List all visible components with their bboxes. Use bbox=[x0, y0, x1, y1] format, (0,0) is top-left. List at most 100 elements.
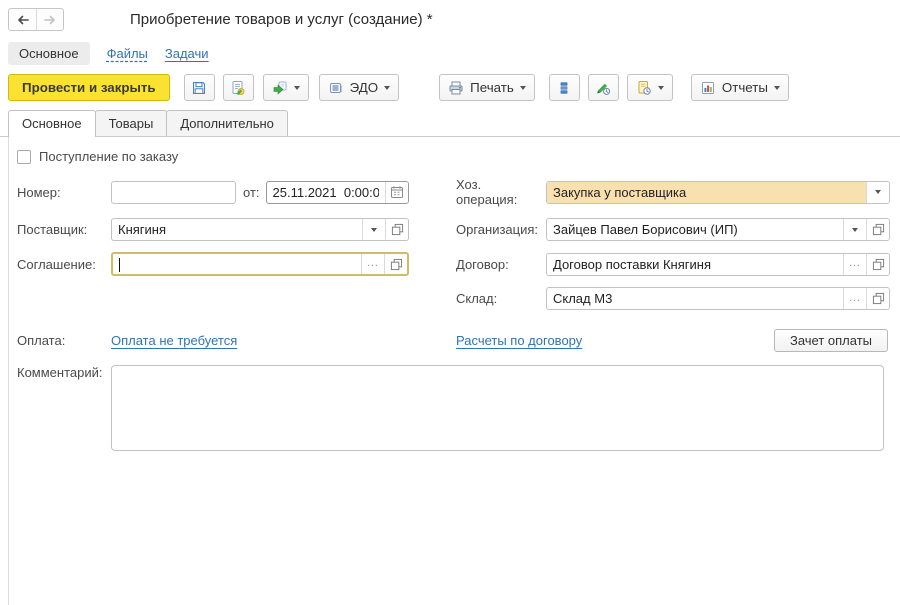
payment-not-required-link[interactable]: Оплата не требуется bbox=[111, 333, 237, 348]
create-based-on-icon bbox=[272, 80, 288, 96]
reports-button-label: Отчеты bbox=[722, 80, 768, 95]
operation-select-input[interactable] bbox=[547, 182, 866, 203]
contract-label: Договор: bbox=[456, 257, 546, 272]
post-document-icon bbox=[230, 80, 246, 96]
post-and-close-button[interactable]: Провести и закрыть bbox=[8, 74, 170, 101]
agreement-field-group: … bbox=[111, 252, 409, 276]
back-button[interactable] bbox=[9, 9, 36, 30]
payment-offset-button[interactable]: Зачет оплаты bbox=[774, 329, 888, 352]
form-row: Соглашение: … Договор: … bbox=[17, 252, 900, 276]
tab-page-main: Поступление по заказу Номер: от: Хоз. оп… bbox=[8, 137, 900, 605]
nav-item-main[interactable]: Основное bbox=[8, 42, 90, 65]
tab-goods[interactable]: Товары bbox=[95, 110, 168, 136]
form-row: Поставщик: Организация: bbox=[17, 218, 900, 241]
agreement-choose-button[interactable]: … bbox=[361, 254, 384, 274]
printer-icon bbox=[448, 80, 464, 96]
contract-choose-button[interactable]: … bbox=[843, 254, 866, 275]
contract-settlements-link[interactable]: Расчеты по договору bbox=[456, 333, 582, 348]
edit-schedule-button[interactable] bbox=[588, 74, 619, 101]
agreement-input[interactable] bbox=[120, 254, 361, 274]
document-tabs: Основное Товары Дополнительно bbox=[0, 110, 900, 137]
receipt-by-order-checkbox[interactable]: Поступление по заказу bbox=[17, 149, 900, 164]
supplier-input[interactable] bbox=[112, 219, 362, 240]
open-in-window-icon bbox=[390, 258, 403, 271]
open-in-window-icon bbox=[872, 258, 885, 271]
number-input[interactable] bbox=[112, 182, 235, 203]
edo-icon bbox=[328, 80, 344, 96]
comment-textarea[interactable] bbox=[111, 365, 884, 451]
agreement-open-button[interactable] bbox=[384, 254, 407, 274]
back-arrow-icon bbox=[15, 12, 31, 28]
dropdown-caret-icon bbox=[294, 86, 300, 90]
nav-item-tasks[interactable]: Задачи bbox=[165, 46, 209, 61]
edo-button-label: ЭДО bbox=[350, 80, 379, 95]
date-label: от: bbox=[243, 185, 260, 200]
dropdown-caret-icon bbox=[852, 228, 858, 232]
warehouse-choose-button[interactable]: … bbox=[843, 288, 866, 309]
save-icon bbox=[191, 80, 207, 96]
print-button[interactable]: Печать bbox=[439, 74, 535, 101]
reports-button[interactable]: Отчеты bbox=[691, 74, 789, 101]
supplier-field-group bbox=[111, 218, 409, 241]
warehouse-field-group: … bbox=[546, 287, 890, 310]
document-register-button[interactable] bbox=[549, 74, 580, 101]
dropdown-caret-icon bbox=[371, 228, 377, 232]
post-document-button[interactable] bbox=[223, 74, 254, 101]
create-based-on-button[interactable] bbox=[263, 74, 309, 101]
dropdown-caret-icon bbox=[875, 190, 881, 194]
organization-input[interactable] bbox=[547, 219, 843, 240]
tab-additional[interactable]: Дополнительно bbox=[166, 110, 288, 136]
organization-field-group bbox=[546, 218, 890, 241]
calendar-picker-button[interactable] bbox=[385, 182, 408, 203]
page-title: Приобретение товаров и услуг (создание) … bbox=[130, 11, 433, 28]
open-in-window-icon bbox=[872, 292, 885, 305]
edo-button[interactable]: ЭДО bbox=[319, 74, 400, 101]
reports-chart-icon bbox=[700, 80, 716, 96]
date-field-group bbox=[266, 181, 409, 204]
number-field-group bbox=[111, 181, 236, 204]
forward-arrow-icon bbox=[42, 12, 58, 28]
checkbox-box[interactable] bbox=[17, 150, 31, 164]
warehouse-input[interactable] bbox=[547, 288, 843, 309]
print-button-label: Печать bbox=[470, 80, 514, 95]
organization-dropdown-button[interactable] bbox=[843, 219, 866, 240]
contract-field-group: … bbox=[546, 253, 890, 276]
contract-open-button[interactable] bbox=[866, 254, 889, 275]
register-stack-icon bbox=[556, 80, 572, 96]
comment-row: Комментарий: bbox=[17, 365, 900, 451]
payment-label: Оплата: bbox=[17, 333, 111, 348]
pen-clock-icon bbox=[595, 80, 611, 96]
warehouse-open-button[interactable] bbox=[866, 288, 889, 309]
checkbox-label: Поступление по заказу bbox=[39, 149, 178, 164]
calendar-icon bbox=[390, 185, 404, 199]
window-header: Приобретение товаров и услуг (создание) … bbox=[0, 0, 900, 31]
supplier-open-button[interactable] bbox=[385, 219, 408, 240]
form-row: Склад: … bbox=[17, 287, 900, 310]
dropdown-caret-icon bbox=[774, 86, 780, 90]
document-clock-icon bbox=[636, 80, 652, 96]
section-nav: Основное Файлы Задачи bbox=[0, 31, 900, 65]
tab-main[interactable]: Основное bbox=[8, 110, 96, 137]
open-in-window-icon bbox=[391, 223, 404, 236]
nav-item-files[interactable]: Файлы bbox=[107, 46, 148, 61]
dropdown-caret-icon bbox=[658, 86, 664, 90]
dropdown-caret-icon bbox=[520, 86, 526, 90]
agreement-label: Соглашение: bbox=[17, 257, 111, 272]
command-bar: Провести и закрыть ЭДО Печать bbox=[0, 65, 900, 101]
date-input[interactable] bbox=[267, 182, 385, 203]
save-button[interactable] bbox=[184, 74, 215, 101]
number-label: Номер: bbox=[17, 185, 111, 200]
warehouse-label: Склад: bbox=[456, 291, 546, 306]
supplier-dropdown-button[interactable] bbox=[362, 219, 385, 240]
organization-open-button[interactable] bbox=[866, 219, 889, 240]
deferred-document-button[interactable] bbox=[627, 74, 673, 101]
payment-row: Оплата: Оплата не требуется Расчеты по д… bbox=[17, 329, 900, 352]
supplier-label: Поставщик: bbox=[17, 222, 111, 237]
organization-label: Организация: bbox=[456, 222, 546, 237]
contract-input[interactable] bbox=[547, 254, 843, 275]
forward-button[interactable] bbox=[36, 9, 63, 30]
history-nav bbox=[8, 8, 64, 31]
operation-dropdown-button[interactable] bbox=[866, 182, 889, 203]
dropdown-caret-icon bbox=[384, 86, 390, 90]
operation-field-group bbox=[546, 181, 890, 204]
